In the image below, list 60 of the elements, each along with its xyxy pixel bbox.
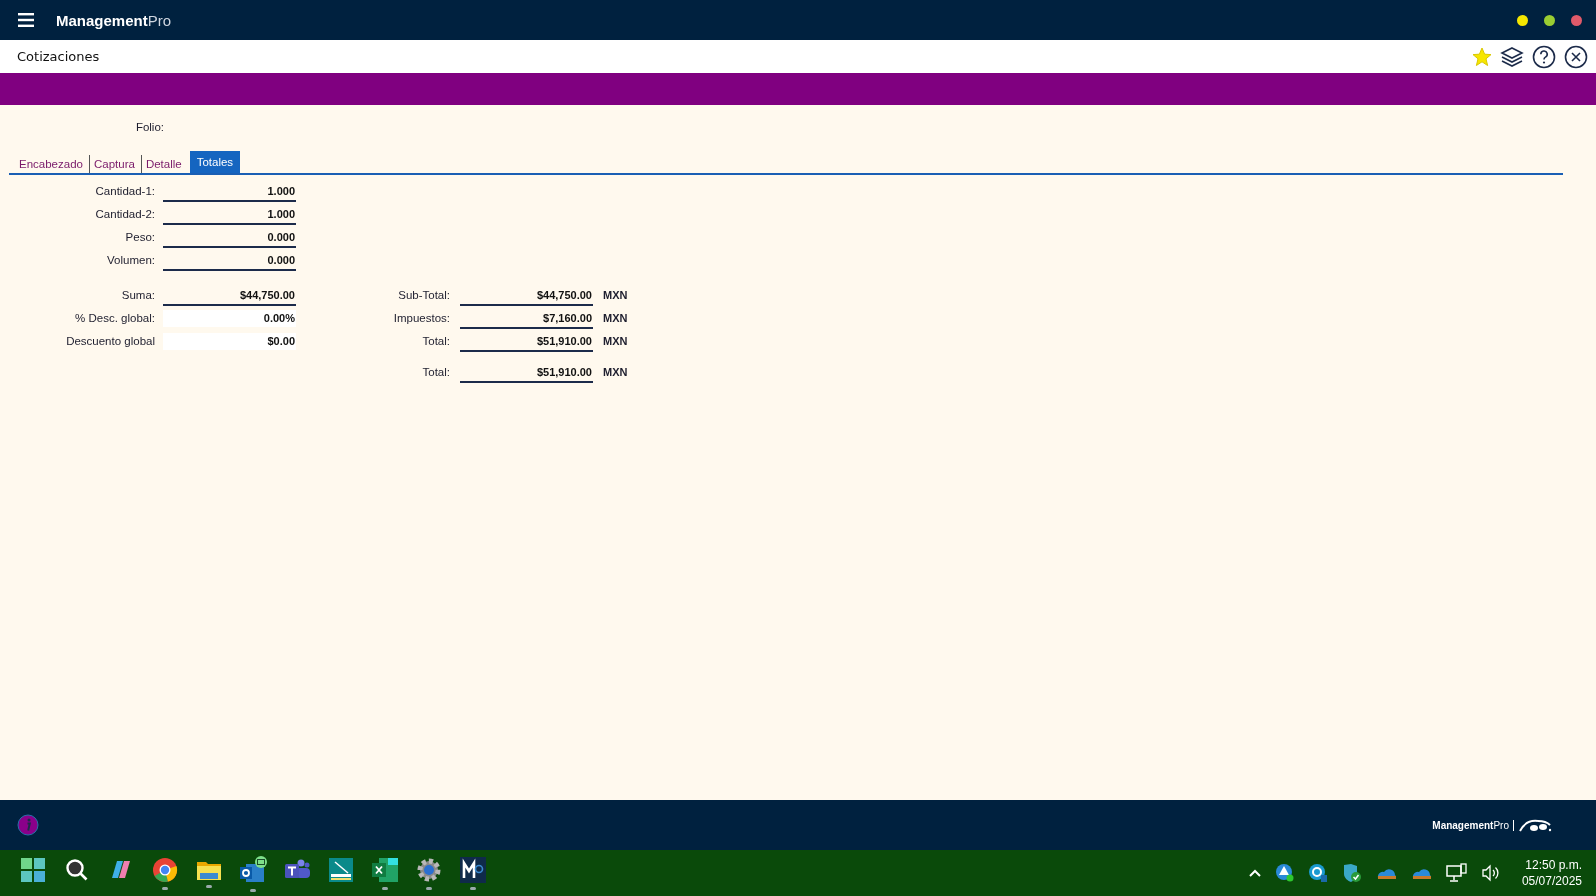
clock[interactable]: 12:50 p.m. 05/07/2025: [1521, 857, 1582, 889]
chevron-up-icon[interactable]: [1247, 868, 1262, 878]
field-label: Suma:: [120, 288, 155, 303]
field-label: Descuento global: [65, 334, 155, 349]
field-label: Folio:: [135, 120, 164, 135]
field-label: Cantidad-1:: [94, 184, 155, 199]
tab[interactable]: Encabezado: [17, 155, 90, 173]
value-field[interactable]: $51,910.00: [460, 333, 593, 352]
info-icon[interactable]: [17, 814, 39, 836]
value-field[interactable]: 1.000: [163, 183, 296, 202]
field-label: Impuestos:: [392, 311, 450, 326]
currency-label: MXN: [603, 311, 628, 326]
windows-start-icon[interactable]: [20, 856, 46, 883]
value-field[interactable]: $44,750.00: [460, 287, 593, 306]
currency-label: MXN: [603, 288, 628, 303]
field-label: Peso:: [124, 230, 155, 245]
tab[interactable]: Detalle: [143, 155, 188, 173]
menu-icon[interactable]: [18, 13, 34, 27]
drive-sync-icon[interactable]: [1274, 863, 1295, 883]
m-app-icon[interactable]: [460, 856, 486, 883]
layers-icon[interactable]: [1500, 45, 1524, 68]
value-field[interactable]: $44,750.00: [163, 287, 296, 306]
tab[interactable]: Totales: [189, 151, 241, 173]
browser-icon[interactable]: [152, 856, 178, 883]
tab[interactable]: Captura: [91, 155, 142, 173]
spreadsheet-icon[interactable]: [371, 856, 399, 883]
window-control-dot[interactable]: [1544, 14, 1555, 26]
window-control-dot[interactable]: [1517, 14, 1528, 26]
field-label: Total:: [421, 334, 450, 349]
search-icon[interactable]: [65, 857, 89, 882]
scanner-icon[interactable]: [328, 856, 354, 883]
security-icon[interactable]: [1307, 863, 1328, 883]
value-field[interactable]: 0.000: [163, 252, 296, 271]
bird-logo-icon: [1518, 817, 1552, 833]
close-icon[interactable]: [1564, 44, 1588, 69]
currency-label: MXN: [603, 334, 628, 349]
value-field[interactable]: 0.000: [163, 229, 296, 248]
window-control-dot[interactable]: [1571, 14, 1582, 26]
cloud-icon[interactable]: [1410, 866, 1433, 880]
value-field[interactable]: 1.000: [163, 206, 296, 225]
network-icon[interactable]: [1445, 863, 1468, 883]
favorite-star-icon[interactable]: [1472, 46, 1492, 67]
value-field[interactable]: $51,910.00: [460, 364, 593, 383]
page-title: Cotizaciones: [17, 49, 100, 64]
field-label: Cantidad-2:: [94, 207, 155, 222]
value-field[interactable]: $7,160.00: [460, 310, 593, 329]
help-icon[interactable]: [1532, 44, 1556, 69]
app-logo: ManagementPro: [56, 11, 172, 29]
value-field[interactable]: 0.00%: [163, 310, 296, 327]
field-label: Volumen:: [106, 253, 155, 268]
volume-icon[interactable]: [1480, 864, 1501, 882]
footer-logo-text: ManagementPro: [1432, 819, 1514, 831]
cloud-icon[interactable]: [1375, 866, 1398, 880]
field-label: Sub-Total:: [397, 288, 450, 303]
settings-icon[interactable]: [416, 856, 442, 883]
mail-app-icon[interactable]: [238, 854, 268, 885]
field-label: Total:: [421, 365, 450, 380]
value-field[interactable]: $0.00: [163, 333, 296, 350]
field-label: % Desc. global:: [74, 311, 155, 326]
currency-label: MXN: [603, 365, 628, 380]
